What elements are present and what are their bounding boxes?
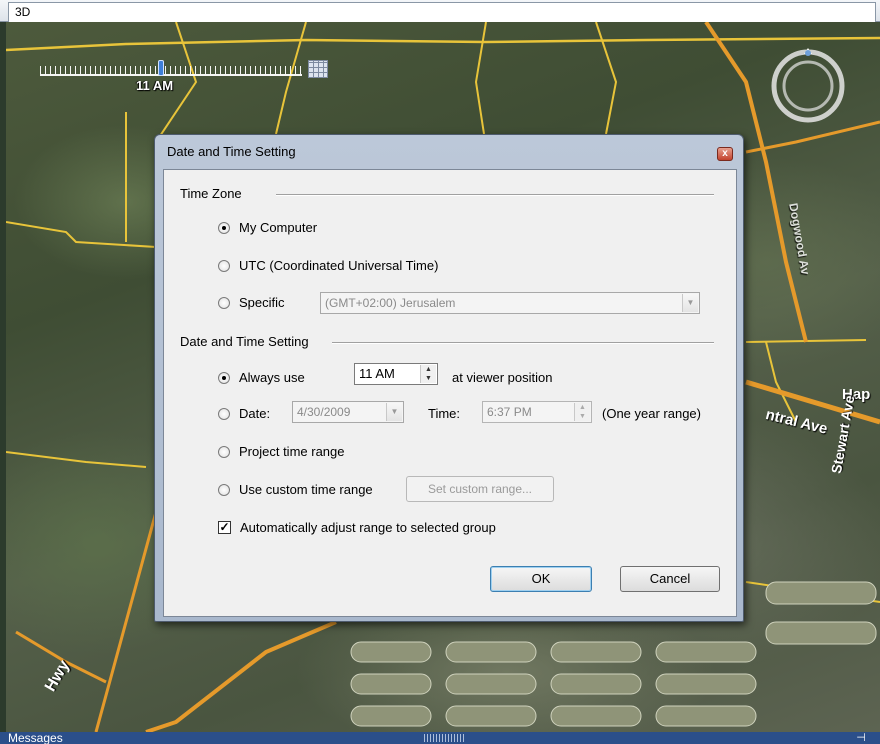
spinner-buttons[interactable]: ▲ ▼ (420, 365, 436, 383)
set-custom-range-button[interactable]: Set custom range... (406, 476, 554, 502)
radio-specific[interactable]: Specific (218, 295, 285, 310)
calendar-icon[interactable] (308, 60, 328, 78)
time-slider-ticks[interactable] (40, 66, 302, 76)
radio-project-range-label: Project time range (239, 444, 345, 459)
radio-always-use-label: Always use (239, 370, 305, 385)
range-note: (One year range) (602, 406, 701, 421)
radio-always-use[interactable]: Always use (218, 370, 305, 385)
navigation-compass-icon[interactable] (770, 48, 846, 124)
time-slider[interactable]: 11 AM (40, 58, 340, 118)
close-button[interactable]: x (717, 147, 733, 161)
view-tab-bar: 3D (0, 0, 880, 22)
radio-specific-indicator[interactable] (218, 296, 230, 309)
tab-3d[interactable]: 3D (8, 2, 876, 22)
spin-up-icon[interactable]: ▲ (421, 365, 436, 374)
time-label: Time: (428, 406, 461, 421)
radio-my-computer-label: My Computer (239, 220, 318, 235)
date-time-spinner[interactable]: 6:37 PM ▲ ▼ (482, 401, 592, 423)
spinner-buttons[interactable]: ▲ ▼ (574, 403, 590, 421)
chevron-down-icon[interactable]: ▼ (386, 403, 402, 421)
cancel-button[interactable]: Cancel (620, 566, 720, 592)
always-use-time-spinner[interactable]: 11 AM ▲ ▼ (354, 363, 438, 385)
radio-custom-range-label: Use custom time range (239, 482, 373, 497)
radio-custom-range-indicator[interactable] (218, 483, 230, 496)
radio-specific-label: Specific (239, 295, 285, 310)
pin-icon[interactable]: ⊣ (852, 733, 870, 744)
radio-date[interactable]: Date: (218, 406, 270, 421)
resize-grip-icon[interactable] (424, 734, 464, 742)
auto-adjust-checkbox-row[interactable]: ✓ Automatically adjust range to selected… (218, 520, 496, 535)
date-time-heading: Date and Time Setting (180, 334, 309, 349)
at-viewer-label: at viewer position (452, 370, 553, 385)
time-slider-label: 11 AM (136, 78, 174, 93)
date-time-dialog: Date and Time Setting x Time Zone My Com… (154, 134, 744, 622)
radio-always-use-indicator[interactable] (218, 371, 230, 384)
radio-my-computer-indicator[interactable] (218, 221, 230, 234)
spin-up-icon[interactable]: ▲ (575, 403, 590, 412)
timezone-select-value: (GMT+02:00) Jerusalem (325, 296, 456, 310)
radio-date-label: Date: (239, 406, 271, 421)
dialog-title: Date and Time Setting (167, 144, 296, 159)
spin-down-icon[interactable]: ▼ (421, 374, 436, 383)
auto-adjust-checkbox[interactable]: ✓ (218, 521, 231, 534)
messages-label[interactable]: Messages (8, 732, 63, 744)
radio-my-computer[interactable]: My Computer (218, 220, 317, 235)
timezone-select[interactable]: (GMT+02:00) Jerusalem ▼ (320, 292, 700, 314)
radio-date-indicator[interactable] (218, 407, 230, 420)
chevron-down-icon[interactable]: ▼ (682, 294, 698, 312)
radio-project-range[interactable]: Project time range (218, 444, 345, 459)
date-time-divider (332, 342, 714, 344)
radio-utc-indicator[interactable] (218, 259, 230, 272)
auto-adjust-label: Automatically adjust range to selected g… (240, 520, 496, 535)
spin-down-icon[interactable]: ▼ (575, 412, 590, 421)
date-time-value: 6:37 PM (487, 405, 532, 419)
date-select-value: 4/30/2009 (297, 405, 351, 419)
date-select[interactable]: 4/30/2009 ▼ (292, 401, 404, 423)
time-zone-heading: Time Zone (180, 186, 242, 201)
time-zone-divider (276, 194, 714, 196)
status-bar: Messages ⊣ (0, 732, 880, 744)
radio-custom-range[interactable]: Use custom time range (218, 482, 373, 497)
ok-button[interactable]: OK (490, 566, 592, 592)
dialog-body: Time Zone My Computer UTC (Coordinated U… (163, 169, 737, 617)
radio-utc[interactable]: UTC (Coordinated Universal Time) (218, 258, 438, 273)
radio-utc-label: UTC (Coordinated Universal Time) (239, 258, 439, 273)
always-use-time-value: 11 AM (359, 366, 395, 381)
time-slider-thumb[interactable] (158, 60, 164, 76)
radio-project-range-indicator[interactable] (218, 445, 230, 458)
